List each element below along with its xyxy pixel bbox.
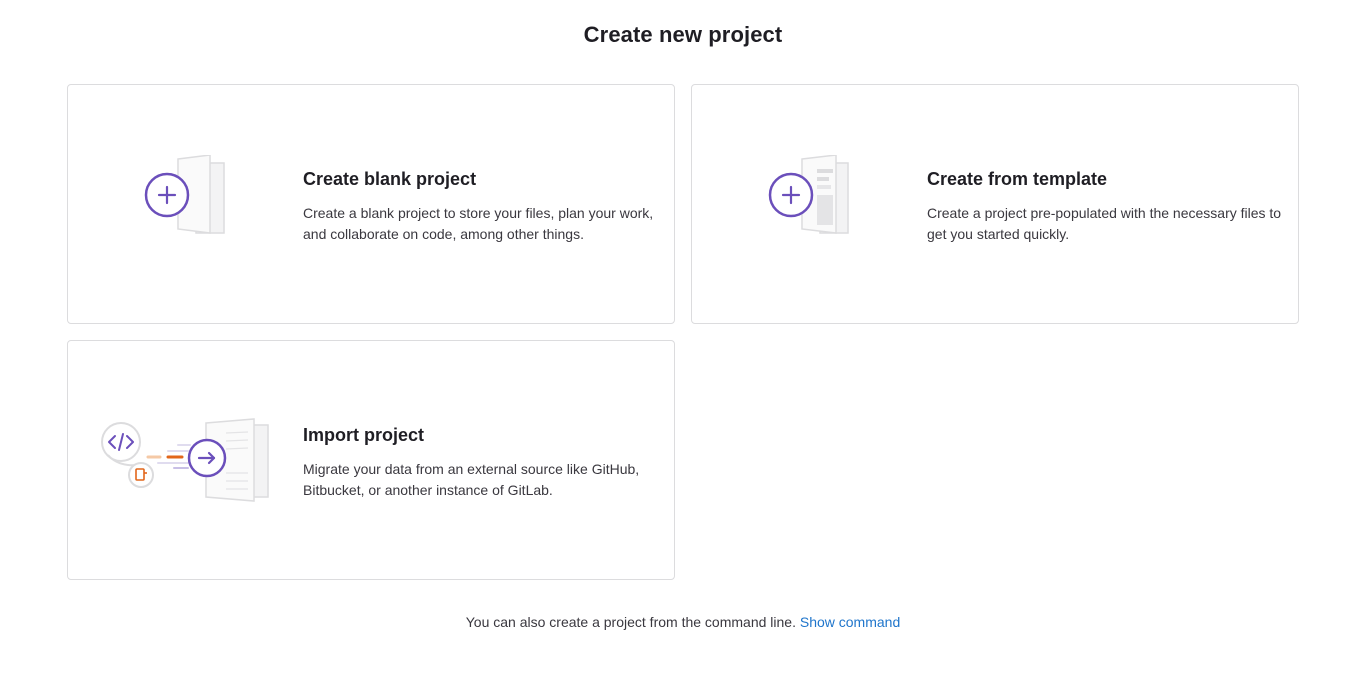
template-illustration — [722, 154, 902, 255]
card-description: Create a blank project to store your fil… — [303, 205, 654, 242]
card-text: Create from template Create a project pr… — [927, 167, 1292, 245]
command-line-hint: You can also create a project from the c… — [0, 614, 1355, 630]
card-text: Create blank project Create a blank proj… — [303, 167, 668, 245]
blank-project-illustration — [98, 154, 278, 255]
create-from-template-card[interactable]: Create from template Create a project pr… — [691, 84, 1299, 324]
plus-circle-icon — [768, 172, 814, 218]
arrow-right-circle-icon — [187, 438, 227, 478]
command-line-text: You can also create a project from the c… — [465, 614, 796, 630]
card-description: Create a project pre-populated with the … — [927, 205, 1282, 242]
card-title: Create blank project — [303, 169, 477, 189]
create-blank-project-card[interactable]: Create blank project Create a blank proj… — [67, 84, 675, 324]
import-project-illustration — [98, 415, 288, 505]
source-icon — [128, 462, 154, 488]
plus-circle-icon — [144, 172, 190, 218]
page-title: Create new project — [583, 22, 783, 47]
card-text: Import project Migrate your data from an… — [303, 423, 668, 501]
import-project-card[interactable]: Import project Migrate your data from an… — [67, 340, 675, 580]
card-title: Import project — [303, 425, 425, 445]
card-title: Create from template — [927, 169, 1108, 189]
card-description: Migrate your data from an external sourc… — [303, 461, 640, 498]
page: Create new project Create blank project … — [0, 0, 1355, 675]
show-command-link[interactable]: Show command — [800, 614, 900, 630]
